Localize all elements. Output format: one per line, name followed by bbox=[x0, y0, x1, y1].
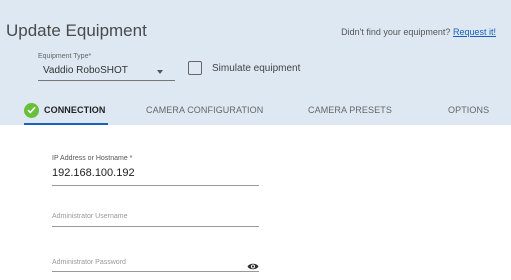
password-underline bbox=[52, 271, 259, 272]
tab-camera-configuration-label: CAMERA CONFIGURATION bbox=[146, 105, 264, 115]
tab-options[interactable]: OPTIONS bbox=[448, 95, 489, 125]
username-field[interactable]: Administrator Username bbox=[52, 213, 259, 227]
tab-camera-presets[interactable]: CAMERA PRESETS bbox=[308, 95, 392, 125]
request-prefix: Didn't find your equipment? bbox=[341, 27, 451, 37]
tab-camera-presets-label: CAMERA PRESETS bbox=[308, 105, 392, 115]
request-equipment-text: Didn't find your equipment? Request it! bbox=[341, 27, 496, 37]
simulate-equipment-toggle[interactable]: Simulate equipment bbox=[188, 61, 300, 75]
username-input[interactable]: Administrator Username bbox=[52, 213, 259, 220]
ip-address-input[interactable]: 192.168.100.192 bbox=[52, 167, 259, 181]
username-underline bbox=[52, 226, 259, 227]
page-title: Update Equipment bbox=[6, 21, 147, 40]
request-it-link[interactable]: Request it! bbox=[453, 27, 496, 37]
equipment-type-value: Vaddio RoboSHOT bbox=[43, 65, 128, 76]
equipment-type-select[interactable]: Vaddio RoboSHOT bbox=[38, 63, 175, 81]
eye-icon[interactable] bbox=[247, 258, 259, 270]
simulate-equipment-checkbox[interactable] bbox=[188, 61, 202, 75]
tab-connection-label: CONNECTION bbox=[44, 105, 106, 115]
connection-form: IP Address or Hostname * 192.168.100.192… bbox=[0, 125, 511, 280]
equipment-type-label: Equipment Type* bbox=[38, 53, 92, 60]
tab-camera-configuration[interactable]: CAMERA CONFIGURATION bbox=[146, 95, 263, 125]
tab-options-label: OPTIONS bbox=[448, 105, 490, 115]
dialog-header: Update Equipment Didn't find your equipm… bbox=[0, 0, 511, 125]
tab-bar: CONNECTION CAMERA CONFIGURATION CAMERA P… bbox=[0, 95, 511, 125]
password-input[interactable]: Administrator Password bbox=[52, 259, 126, 266]
ip-address-label: IP Address or Hostname * bbox=[52, 155, 133, 162]
ip-address-field[interactable]: IP Address or Hostname * 192.168.100.192 bbox=[52, 155, 259, 186]
simulate-equipment-label: Simulate equipment bbox=[212, 62, 301, 74]
tab-connection[interactable]: CONNECTION bbox=[24, 95, 108, 125]
chevron-down-icon bbox=[157, 70, 163, 74]
ip-address-underline bbox=[52, 185, 259, 186]
password-field[interactable]: Administrator Password bbox=[52, 258, 259, 272]
check-circle-icon bbox=[24, 102, 39, 118]
